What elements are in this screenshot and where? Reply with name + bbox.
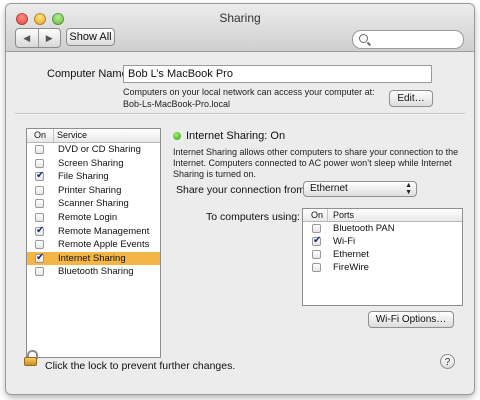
service-row[interactable]: Printer Sharing — [27, 184, 160, 198]
service-checkbox[interactable] — [35, 199, 44, 209]
status-indicator-icon — [173, 132, 181, 140]
service-checkbox[interactable] — [35, 212, 44, 222]
sharing-status: Internet Sharing: On — [186, 130, 286, 142]
port-row[interactable]: Ethernet — [303, 248, 462, 261]
popup-arrows-icon: ▲ ▼ — [405, 182, 412, 196]
port-row[interactable]: Wi-Fi — [303, 234, 462, 248]
service-label: Screen Sharing — [58, 157, 124, 169]
service-label: Remote Login — [58, 211, 118, 223]
lock-icon[interactable] — [24, 350, 38, 366]
service-row[interactable]: DVD or CD Sharing — [27, 143, 160, 157]
back-forward-control: ◀ ▶ — [15, 28, 61, 48]
service-label: Bluetooth Sharing — [58, 266, 134, 278]
to-computers-label: To computers using: — [206, 211, 300, 223]
share-from-label: Share your connection from: — [176, 184, 308, 196]
services-name-column: Service — [57, 130, 88, 140]
service-label: Remote Management — [58, 225, 150, 237]
network-address-text: Bob-Ls-MacBook-Pro.local — [123, 99, 231, 109]
computer-name-field[interactable]: Bob L’s MacBook Pro — [123, 65, 432, 83]
ports-list[interactable]: On Ports Bluetooth PAN Wi-Fi Ethernet FireW… — [302, 208, 463, 306]
network-info-text: Computers on your local network can acce… — [123, 87, 375, 97]
lock-body — [24, 357, 37, 366]
column-divider — [53, 129, 54, 142]
port-row[interactable]: Bluetooth PAN — [303, 222, 462, 235]
description-line-3: Sharing is turned on. — [173, 169, 257, 179]
show-all-button[interactable]: Show All — [66, 28, 115, 46]
services-list[interactable]: On Service DVD or CD Sharing Screen Shari… — [26, 128, 161, 358]
port-checkbox[interactable] — [312, 263, 321, 272]
search-field[interactable] — [352, 30, 464, 49]
service-label: Printer Sharing — [58, 184, 122, 196]
service-row[interactable]: Remote Apple Events — [27, 238, 160, 252]
ports-list-header: On Ports — [303, 209, 462, 222]
service-label: File Sharing — [58, 171, 109, 183]
lock-text: Click the lock to prevent further change… — [45, 360, 236, 372]
services-on-column: On — [34, 130, 47, 140]
service-label: Remote Apple Events — [58, 239, 150, 251]
service-checkbox[interactable] — [35, 224, 44, 237]
title-bar: Sharing ◀ ▶ Show All — [6, 4, 474, 52]
share-from-popup[interactable]: Ethernet ▲ ▼ — [303, 181, 417, 197]
share-from-value: Ethernet — [310, 183, 348, 194]
service-label: Scanner Sharing — [58, 198, 129, 210]
service-checkbox[interactable] — [35, 251, 44, 264]
service-checkbox[interactable] — [35, 185, 44, 195]
service-row[interactable]: Bluetooth Sharing — [27, 265, 160, 279]
column-divider — [327, 209, 328, 221]
port-label: Wi-Fi — [333, 236, 356, 247]
help-button[interactable]: ? — [440, 354, 455, 369]
forward-icon[interactable]: ▶ — [39, 29, 61, 47]
service-row[interactable]: Screen Sharing — [27, 157, 160, 171]
service-row[interactable]: Remote Management — [27, 224, 160, 239]
ports-rows: Bluetooth PAN Wi-Fi Ethernet FireWire — [303, 222, 462, 274]
service-checkbox[interactable] — [35, 267, 44, 277]
port-checkbox[interactable] — [312, 234, 321, 247]
window-title: Sharing — [219, 11, 261, 25]
service-row[interactable]: Internet Sharing — [27, 251, 160, 266]
port-label: Ethernet — [333, 249, 369, 260]
service-row[interactable]: Scanner Sharing — [27, 197, 160, 211]
service-row[interactable]: Remote Login — [27, 211, 160, 225]
services-rows: DVD or CD Sharing Screen Sharing File Shar… — [27, 143, 160, 279]
description-line-2: Internet. Computers connected to AC powe… — [173, 158, 452, 168]
service-checkbox[interactable] — [35, 145, 44, 154]
service-checkbox[interactable] — [35, 169, 44, 183]
sharing-window: Sharing ◀ ▶ Show All Computer Name: Bob … — [6, 4, 474, 394]
port-label: FireWire — [333, 262, 369, 273]
search-icon — [359, 34, 368, 43]
wifi-options-button[interactable]: Wi-Fi Options… — [368, 311, 454, 328]
ports-name-column: Ports — [333, 210, 355, 220]
service-row[interactable]: File Sharing — [27, 169, 160, 184]
services-list-header: On Service — [27, 129, 160, 143]
description-line-1: Internet Sharing allows other computers … — [173, 147, 459, 157]
computer-name-label: Computer Name: — [47, 68, 131, 80]
port-checkbox[interactable] — [312, 250, 321, 259]
divider — [15, 113, 465, 115]
service-checkbox[interactable] — [35, 158, 44, 168]
service-label: Internet Sharing — [58, 252, 126, 264]
port-checkbox[interactable] — [312, 224, 321, 233]
back-icon[interactable]: ◀ — [16, 29, 39, 47]
service-label: DVD or CD Sharing — [58, 144, 141, 155]
ports-on-column: On — [311, 210, 324, 220]
edit-button[interactable]: Edit… — [389, 90, 433, 107]
service-checkbox[interactable] — [35, 240, 44, 250]
port-label: Bluetooth PAN — [333, 223, 395, 234]
port-row[interactable]: FireWire — [303, 261, 462, 274]
